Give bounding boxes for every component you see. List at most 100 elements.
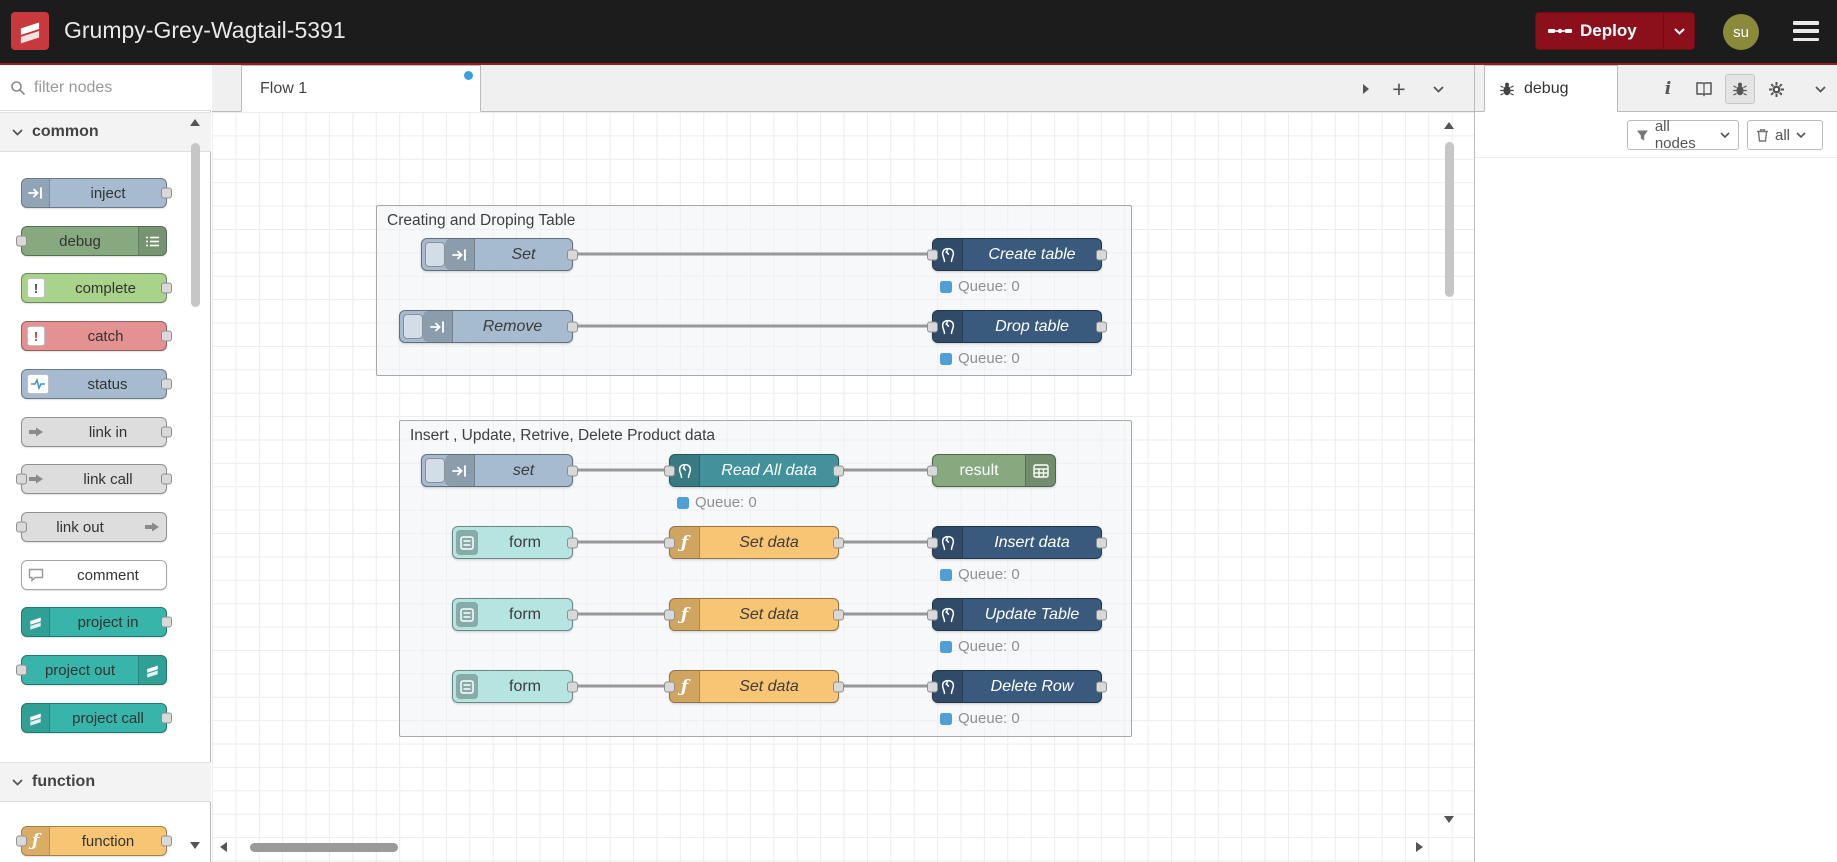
config-tab-button[interactable] <box>1761 74 1791 104</box>
node-postgres-delete-row[interactable]: Delete Row <box>927 670 1107 703</box>
output-port[interactable] <box>567 465 578 476</box>
canvas-vscrollbar-thumb[interactable] <box>1445 142 1454 297</box>
canvas-scroll-up-icon[interactable] <box>1442 118 1456 132</box>
debug-messages-area[interactable] <box>1475 158 1837 862</box>
input-port[interactable] <box>664 537 675 548</box>
output-port[interactable] <box>161 187 172 199</box>
node-inject-remove[interactable]: Remove <box>399 310 578 343</box>
output-port[interactable] <box>161 616 172 628</box>
output-port[interactable] <box>833 681 844 692</box>
output-port[interactable] <box>833 465 844 476</box>
tab-menu-button[interactable] <box>1424 75 1452 103</box>
output-port[interactable] <box>161 282 172 294</box>
node-postgres-update-table[interactable]: Update Table <box>927 598 1107 631</box>
input-port[interactable] <box>927 249 938 260</box>
palette-node-status[interactable]: status <box>21 369 172 399</box>
inject-trigger-button[interactable] <box>425 458 445 483</box>
palette-node-link-call[interactable]: link call <box>16 464 172 494</box>
user-avatar[interactable]: su <box>1723 14 1759 50</box>
node-postgres-read-all-data[interactable]: Read All data <box>664 454 844 487</box>
palette-category-function[interactable]: function <box>0 762 211 802</box>
palette-scrollbar-thumb[interactable] <box>191 143 200 307</box>
output-port[interactable] <box>833 537 844 548</box>
input-port[interactable] <box>664 681 675 692</box>
output-port[interactable] <box>567 321 578 332</box>
deploy-button[interactable]: Deploy <box>1535 12 1695 50</box>
output-port[interactable] <box>161 330 172 342</box>
output-port[interactable] <box>1096 609 1107 620</box>
node-postgres-insert-data[interactable]: Insert data <box>927 526 1107 559</box>
output-port[interactable] <box>567 249 578 260</box>
palette-node-link-out[interactable]: link out <box>16 512 167 542</box>
info-tab-button[interactable]: i <box>1653 74 1683 104</box>
node-function-set-data-1[interactable]: ƒ Set data <box>664 526 844 559</box>
palette-node-function[interactable]: ƒ function <box>16 826 172 856</box>
inject-trigger-button[interactable] <box>403 314 423 339</box>
palette-category-common[interactable]: common <box>0 112 211 152</box>
palette-node-project-out[interactable]: project out <box>16 655 167 685</box>
canvas-scroll-right-icon[interactable] <box>1412 840 1426 854</box>
output-port[interactable] <box>833 609 844 620</box>
palette-node-comment[interactable]: comment <box>21 560 167 590</box>
canvas-hscrollbar-thumb[interactable] <box>250 843 398 852</box>
input-port[interactable] <box>927 465 938 476</box>
palette-node-project-in[interactable]: project in <box>21 607 172 637</box>
palette-node-complete[interactable]: ! complete <box>21 273 172 303</box>
canvas-scroll-down-icon[interactable] <box>1442 812 1456 826</box>
output-port[interactable] <box>161 426 172 438</box>
node-postgres-drop-table[interactable]: Drop table <box>927 310 1107 343</box>
input-port[interactable] <box>16 473 27 485</box>
palette-node-link-in[interactable]: link in <box>21 417 172 447</box>
palette-scroll-down-icon[interactable] <box>188 838 202 852</box>
input-port[interactable] <box>927 609 938 620</box>
debug-clear-button[interactable]: all <box>1747 120 1823 150</box>
sidebar-menu-button[interactable] <box>1805 74 1835 104</box>
filter-nodes-input[interactable] <box>34 78 184 97</box>
inject-trigger-button[interactable] <box>425 242 445 267</box>
node-function-set-data-3[interactable]: ƒ Set data <box>664 670 844 703</box>
flow-canvas[interactable]: Creating and Droping Table Insert , Upda… <box>212 112 1474 862</box>
palette-node-catch[interactable]: ! catch <box>21 321 172 351</box>
input-port[interactable] <box>16 664 27 676</box>
add-flow-button[interactable]: + <box>1385 75 1413 103</box>
node-debug-result[interactable]: result <box>927 454 1056 487</box>
output-port[interactable] <box>161 835 172 847</box>
tab-debug[interactable]: debug <box>1484 65 1618 112</box>
palette-node-project-call[interactable]: project call <box>21 703 172 733</box>
palette-node-inject[interactable]: inject <box>21 178 172 208</box>
output-port[interactable] <box>161 473 172 485</box>
output-port[interactable] <box>567 609 578 620</box>
node-postgres-create-table[interactable]: Create table <box>927 238 1107 271</box>
main-menu-icon[interactable] <box>1793 21 1819 41</box>
output-port[interactable] <box>567 681 578 692</box>
input-port[interactable] <box>16 235 27 247</box>
palette-node-debug[interactable]: debug <box>16 226 167 256</box>
deploy-options-caret-icon[interactable] <box>1664 27 1694 35</box>
input-port[interactable] <box>664 609 675 620</box>
node-inject-set[interactable]: Set <box>421 238 578 271</box>
input-port[interactable] <box>927 681 938 692</box>
output-port[interactable] <box>161 378 172 390</box>
node-form-update[interactable]: form <box>452 598 578 631</box>
input-port[interactable] <box>16 521 27 533</box>
node-form-delete[interactable]: form <box>452 670 578 703</box>
input-port[interactable] <box>927 537 938 548</box>
flow-list-button[interactable] <box>1352 75 1380 103</box>
output-port[interactable] <box>1096 681 1107 692</box>
input-port[interactable] <box>664 465 675 476</box>
output-port[interactable] <box>567 537 578 548</box>
output-port[interactable] <box>1096 537 1107 548</box>
input-port[interactable] <box>927 321 938 332</box>
tab-flow-1[interactable]: Flow 1 <box>241 65 481 112</box>
node-inject-set-lower[interactable]: set <box>421 454 578 487</box>
node-form-insert[interactable]: form <box>452 526 578 559</box>
output-port[interactable] <box>1096 249 1107 260</box>
output-port[interactable] <box>1096 321 1107 332</box>
palette-scroll-up-icon[interactable] <box>188 115 202 129</box>
node-function-set-data-2[interactable]: ƒ Set data <box>664 598 844 631</box>
help-tab-button[interactable] <box>1689 74 1719 104</box>
input-port[interactable] <box>16 835 27 847</box>
output-port[interactable] <box>161 712 172 724</box>
debug-tab-button[interactable] <box>1725 74 1755 104</box>
debug-filter-button[interactable]: all nodes <box>1627 118 1739 152</box>
